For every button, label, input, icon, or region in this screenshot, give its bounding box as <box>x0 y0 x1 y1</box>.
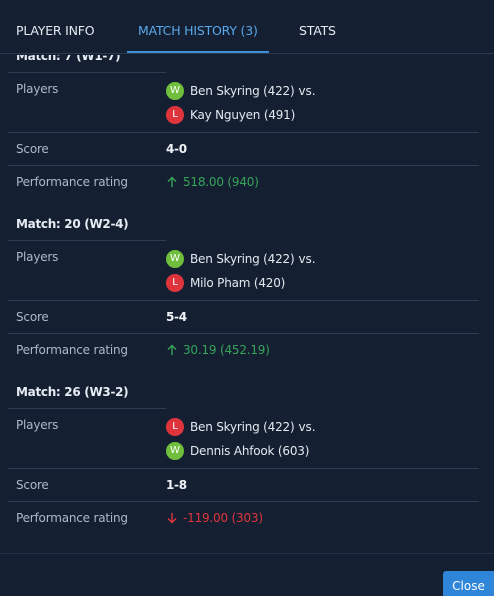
performance-text: 518.00 (940) <box>183 175 259 189</box>
player-name[interactable]: Ben Skyring (422) <box>190 420 295 434</box>
score-value: 1-8 <box>166 478 187 492</box>
score-label: Score <box>16 142 49 156</box>
match-title: Match: 7 (W1-7) <box>16 55 121 63</box>
player-name[interactable]: Kay Nguyen (491) <box>190 108 295 122</box>
vs-label: vs. <box>298 252 316 266</box>
player-name[interactable]: Ben Skyring (422) <box>190 252 295 266</box>
score-value: 4-0 <box>166 142 187 156</box>
footer-divider <box>0 553 494 554</box>
win-badge-icon: W <box>166 250 184 268</box>
divider <box>8 408 166 409</box>
divider <box>8 72 166 73</box>
match-history-panel: Match: 7 (W1-7) Players W Ben Skyring (4… <box>0 55 494 540</box>
divider <box>8 165 479 166</box>
player-name[interactable]: Milo Pham (420) <box>190 276 285 290</box>
match-title: Match: 26 (W3-2) <box>16 385 129 399</box>
match-title: Match: 20 (W2-4) <box>16 217 129 231</box>
win-badge-icon: W <box>166 82 184 100</box>
win-badge-icon: W <box>166 442 184 460</box>
score-label: Score <box>16 310 49 324</box>
tab-match-history[interactable]: MATCH HISTORY (3) <box>127 8 269 53</box>
tab-stats[interactable]: STATS <box>299 8 336 53</box>
score-label: Score <box>16 478 49 492</box>
performance-value: 518.00 (940) <box>166 175 259 189</box>
performance-value: -119.00 (303) <box>166 511 263 525</box>
vs-label: vs. <box>298 420 316 434</box>
arrow-up-icon <box>167 344 177 355</box>
divider <box>8 300 479 301</box>
loss-badge-icon: L <box>166 274 184 292</box>
player-entry: L Milo Pham (420) <box>166 274 285 292</box>
divider <box>8 132 479 133</box>
loss-badge-icon: L <box>166 106 184 124</box>
player-entry: L Ben Skyring (422) vs. <box>166 418 316 436</box>
close-button[interactable]: Close <box>443 571 494 596</box>
arrow-up-icon <box>167 176 177 187</box>
player-entry: W Ben Skyring (422) vs. <box>166 82 316 100</box>
loss-badge-icon: L <box>166 418 184 436</box>
divider <box>8 468 479 469</box>
performance-label: Performance rating <box>16 511 128 525</box>
performance-label: Performance rating <box>16 343 128 357</box>
vs-label: vs. <box>298 84 316 98</box>
players-label: Players <box>16 82 59 96</box>
player-entry: W Ben Skyring (422) vs. <box>166 250 316 268</box>
arrow-down-icon <box>167 513 177 524</box>
tab-bar: PLAYER INFO MATCH HISTORY (3) STATS <box>0 8 494 54</box>
players-label: Players <box>16 418 59 432</box>
performance-text: -119.00 (303) <box>183 511 263 525</box>
player-entry: L Kay Nguyen (491) <box>166 106 295 124</box>
divider <box>8 240 166 241</box>
player-name[interactable]: Ben Skyring (422) <box>190 84 295 98</box>
performance-text: 30.19 (452.19) <box>183 343 270 357</box>
divider <box>8 333 479 334</box>
player-entry: W Dennis Ahfook (603) <box>166 442 309 460</box>
tab-player-info[interactable]: PLAYER INFO <box>16 8 95 53</box>
players-label: Players <box>16 250 59 264</box>
player-name[interactable]: Dennis Ahfook (603) <box>190 444 309 458</box>
divider <box>8 501 479 502</box>
performance-label: Performance rating <box>16 175 128 189</box>
score-value: 5-4 <box>166 310 187 324</box>
performance-value: 30.19 (452.19) <box>166 343 270 357</box>
